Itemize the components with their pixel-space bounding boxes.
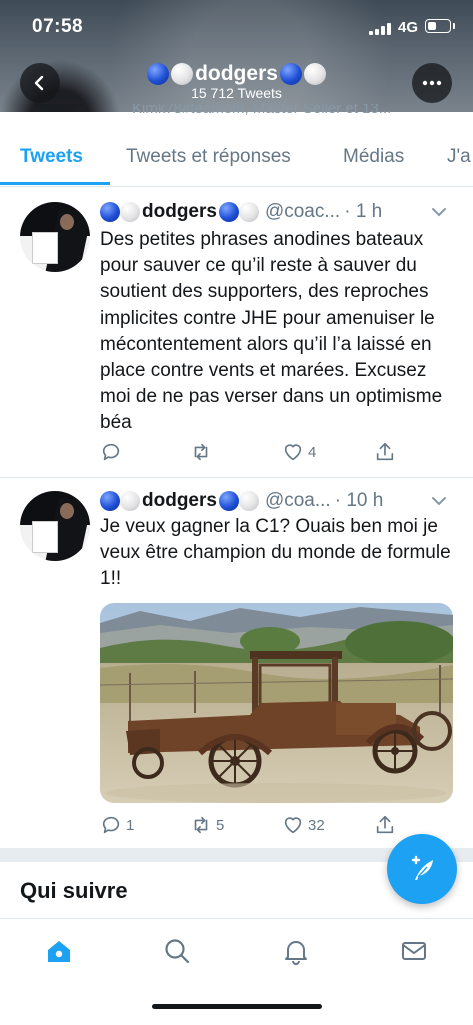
notifications-icon[interactable] xyxy=(282,937,310,965)
profile-header: 07:58 4G dodgers 15 712 Tweets xyxy=(0,0,473,112)
tab-tweets[interactable]: Tweets xyxy=(20,146,83,168)
white-circle-emoji xyxy=(120,491,140,511)
tweet-handle[interactable]: @coac... xyxy=(265,201,340,223)
chevron-down-icon[interactable] xyxy=(431,207,447,217)
like-icon xyxy=(284,444,302,461)
retweet-button[interactable]: 5 xyxy=(190,814,224,836)
old-rusty-truck-photo xyxy=(100,603,453,803)
share-button[interactable] xyxy=(374,441,396,463)
reply-count: 1 xyxy=(126,816,135,834)
blue-circle-emoji xyxy=(218,491,239,511)
tweet-media-image[interactable] xyxy=(100,603,453,803)
like-button[interactable]: 4 xyxy=(282,441,316,463)
active-tab-indicator xyxy=(0,182,110,185)
tweet-author-name[interactable]: dodgers xyxy=(142,201,217,223)
white-circle-emoji xyxy=(171,63,194,85)
messages-icon[interactable] xyxy=(400,937,428,965)
tweet-header: dodgers @coa... · 10 h xyxy=(100,490,383,512)
more-icon xyxy=(422,80,442,86)
who-to-follow-heading: Qui suivre xyxy=(20,878,128,903)
header-title: dodgers 15 712 Tweets xyxy=(0,62,473,101)
tab-likes[interactable]: J'a xyxy=(447,146,471,168)
share-button[interactable] xyxy=(374,814,396,836)
tweet-text: Des petites phrases anodines bateaux pou… xyxy=(100,229,443,434)
reply-icon xyxy=(102,816,120,834)
status-time: 07:58 xyxy=(32,16,84,37)
like-icon xyxy=(284,817,302,834)
profile-display-name: dodgers xyxy=(0,62,473,86)
blue-circle-emoji xyxy=(100,202,120,222)
blue-circle-emoji xyxy=(279,63,302,85)
retweet-icon xyxy=(194,443,208,461)
white-circle-emoji xyxy=(303,63,326,85)
more-button[interactable] xyxy=(412,63,452,103)
white-circle-emoji xyxy=(238,202,259,222)
profile-bio-peek: Kimk78#teamom, Master Seller et 13... xyxy=(0,104,473,120)
battery-level xyxy=(428,22,436,30)
share-icon xyxy=(376,815,394,834)
compose-tweet-button[interactable] xyxy=(387,834,457,904)
chevron-down-icon[interactable] xyxy=(431,496,447,506)
tweet-time: · 10 h xyxy=(334,490,384,511)
reply-button[interactable]: 1 xyxy=(100,814,134,836)
like-count: 32 xyxy=(308,816,325,834)
like-button[interactable]: 32 xyxy=(282,814,325,836)
tweet-header: dodgers @coac... · 1 h xyxy=(100,201,382,223)
tab-tweets-and-replies[interactable]: Tweets et réponses xyxy=(126,146,291,168)
tweet-count: 15 712 Tweets xyxy=(191,85,282,101)
blue-circle-emoji xyxy=(218,202,239,222)
battery-icon xyxy=(425,19,455,33)
tweet-author-name[interactable]: dodgers xyxy=(142,490,217,512)
tweet[interactable]: dodgers @coac... · 1 h Des petites phras… xyxy=(0,187,473,478)
like-count: 4 xyxy=(308,443,317,461)
status-bar: 07:58 4G xyxy=(0,0,473,56)
tab-media[interactable]: Médias xyxy=(343,146,404,168)
retweet-count: 5 xyxy=(216,816,225,834)
profile-tabs: Tweets Tweets et réponses Médias J'a xyxy=(0,124,473,187)
tweet-actions: 1 5 32 xyxy=(100,814,440,838)
white-circle-emoji xyxy=(238,491,259,511)
reply-icon xyxy=(102,443,120,461)
profile-name: dodgers xyxy=(195,62,278,85)
tweet-handle[interactable]: @coa... xyxy=(265,490,331,512)
compose-icon xyxy=(411,855,433,880)
avatar[interactable] xyxy=(20,491,90,561)
profile-avatar-peek xyxy=(28,104,88,112)
avatar[interactable] xyxy=(20,202,90,272)
tweet-actions: 4 xyxy=(100,441,440,465)
tweet-time: · 1 h xyxy=(344,201,383,222)
share-icon xyxy=(376,442,394,461)
retweet-icon xyxy=(194,816,208,834)
home-icon[interactable] xyxy=(45,937,73,965)
blue-circle-emoji xyxy=(100,491,120,511)
reply-button[interactable] xyxy=(100,441,126,463)
white-circle-emoji xyxy=(120,202,140,222)
retweet-button[interactable] xyxy=(190,441,216,463)
search-icon[interactable] xyxy=(163,937,191,965)
signal-icon xyxy=(369,23,391,35)
profile-bio: Kimk78#teamom, Master Seller et 13... xyxy=(132,104,392,117)
tweet[interactable]: dodgers @coa... · 10 h Je veux gagner la… xyxy=(0,477,473,848)
tweet-text: Je veux gagner la C1? Ouais ben moi je v… xyxy=(100,516,451,590)
home-indicator xyxy=(152,1004,322,1009)
network-type: 4G xyxy=(398,19,419,36)
blue-circle-emoji xyxy=(147,63,170,85)
